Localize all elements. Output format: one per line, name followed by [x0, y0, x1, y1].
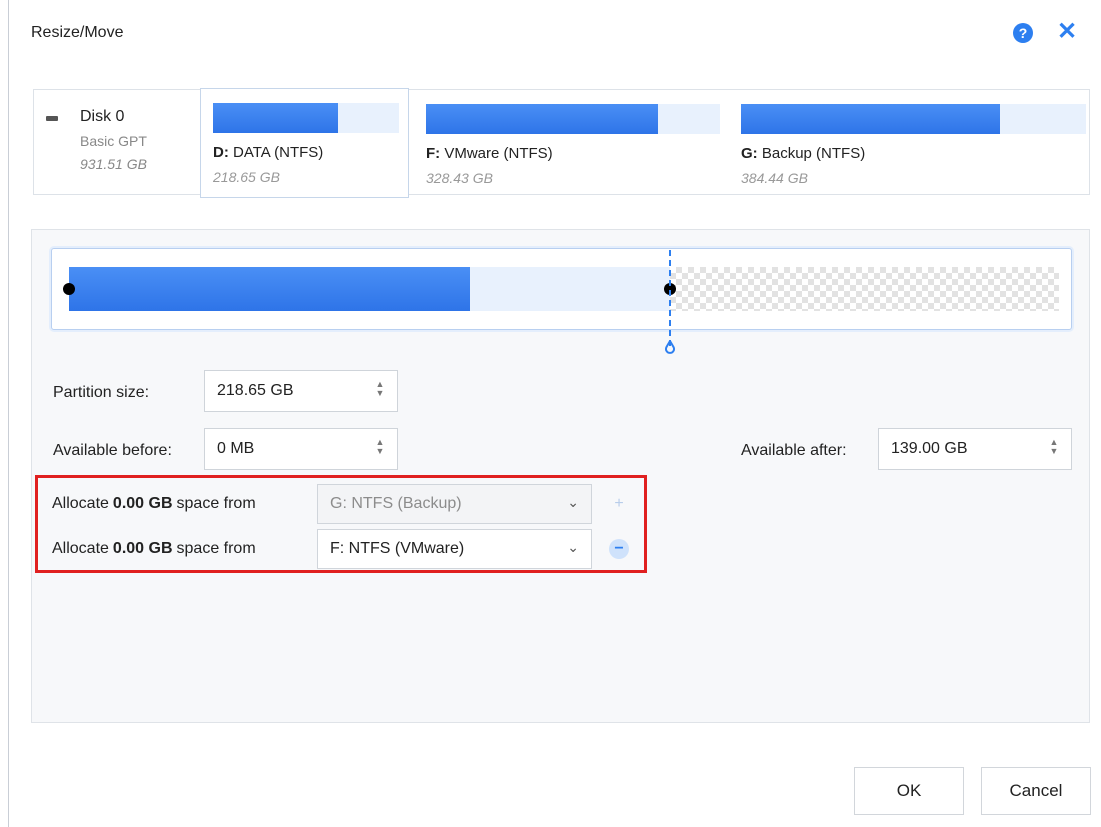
disk-size: 931.51 GB [80, 156, 147, 172]
partition-card-f[interactable]: F: VMware (NTFS) 328.43 GB [414, 90, 724, 194]
disk-name: Disk 0 [80, 108, 125, 125]
ok-button[interactable]: OK [854, 767, 964, 815]
unallocated-space-segment [670, 267, 1059, 311]
available-before-input[interactable]: 0 MB ▲ ▼ [204, 428, 398, 470]
chevron-down-icon: ⌄ [567, 494, 579, 510]
spinner-arrows-icon[interactable]: ▲ ▼ [1049, 438, 1059, 456]
allocate-source-select[interactable]: G: NTFS (Backup) ⌄ [317, 484, 592, 524]
partition-label: D: DATA (NTFS) [213, 144, 324, 161]
available-before-label: Available before: [53, 442, 172, 459]
used-space-segment [69, 267, 470, 311]
partition-card-g[interactable]: G: Backup (NTFS) 384.44 GB [729, 90, 1089, 194]
add-source-button[interactable]: + [609, 494, 629, 514]
partition-size: 328.43 GB [426, 170, 493, 186]
free-space-segment [470, 267, 670, 311]
partition-boundary-line [669, 250, 671, 346]
allocate-source-value: G: NTFS (Backup) [330, 495, 462, 512]
allocate-text: Allocate 0.00 GB space from [52, 540, 256, 557]
spinner-arrows-icon[interactable]: ▲ ▼ [375, 380, 385, 398]
question-circle-icon[interactable]: ? [1013, 23, 1033, 43]
partition-usage-fill [426, 104, 659, 134]
dialog-title: Resize/Move [31, 24, 124, 41]
partition-label: F: VMware (NTFS) [426, 145, 553, 162]
available-after-value: 139.00 GB [891, 440, 968, 457]
disk-map: Disk 0 Basic GPT 931.51 GB D: DATA (NTFS… [33, 88, 1090, 198]
partition-usage-bar [213, 103, 399, 133]
allocate-source-select[interactable]: F: NTFS (VMware) ⌄ [317, 529, 592, 569]
resize-move-dialog: Resize/Move ? ✕ Disk 0 Basic GPT 931.51 … [8, 0, 1101, 827]
partition-usage-bar [426, 104, 720, 134]
available-before-value: 0 MB [217, 440, 255, 457]
move-handle-icon[interactable] [663, 340, 677, 354]
disk-drive-icon [46, 116, 58, 121]
left-resize-handle[interactable] [63, 283, 75, 295]
remove-source-button[interactable]: − [609, 539, 629, 559]
cancel-button[interactable]: Cancel [981, 767, 1091, 815]
partition-usage-fill [213, 103, 338, 133]
allocate-source-value: F: NTFS (VMware) [330, 540, 465, 557]
chevron-down-icon: ⌄ [567, 539, 579, 555]
resize-panel: Partition size: 218.65 GB ▲ ▼ Available b… [31, 229, 1090, 723]
partition-resize-bar[interactable] [51, 248, 1072, 330]
available-after-input[interactable]: 139.00 GB ▲ ▼ [878, 428, 1072, 470]
partition-size-value: 218.65 GB [217, 382, 294, 399]
partition-size: 218.65 GB [213, 169, 280, 185]
partition-label: G: Backup (NTFS) [741, 145, 866, 162]
allocate-text: Allocate 0.00 GB space from [52, 495, 256, 512]
partition-card-d[interactable]: D: DATA (NTFS) 218.65 GB [200, 88, 409, 198]
partition-size-label: Partition size: [53, 384, 150, 401]
partition-usage-fill [741, 104, 1000, 134]
allocate-space-group: Allocate 0.00 GB space from G: NTFS (Backu… [35, 475, 647, 573]
close-icon[interactable]: ✕ [1057, 20, 1077, 44]
partition-size: 384.44 GB [741, 170, 808, 186]
partition-size-input[interactable]: 218.65 GB ▲ ▼ [204, 370, 398, 412]
available-after-label: Available after: [741, 442, 847, 459]
partition-usage-bar [741, 104, 1086, 134]
disk-type: Basic GPT [80, 133, 147, 149]
spinner-arrows-icon[interactable]: ▲ ▼ [375, 438, 385, 456]
